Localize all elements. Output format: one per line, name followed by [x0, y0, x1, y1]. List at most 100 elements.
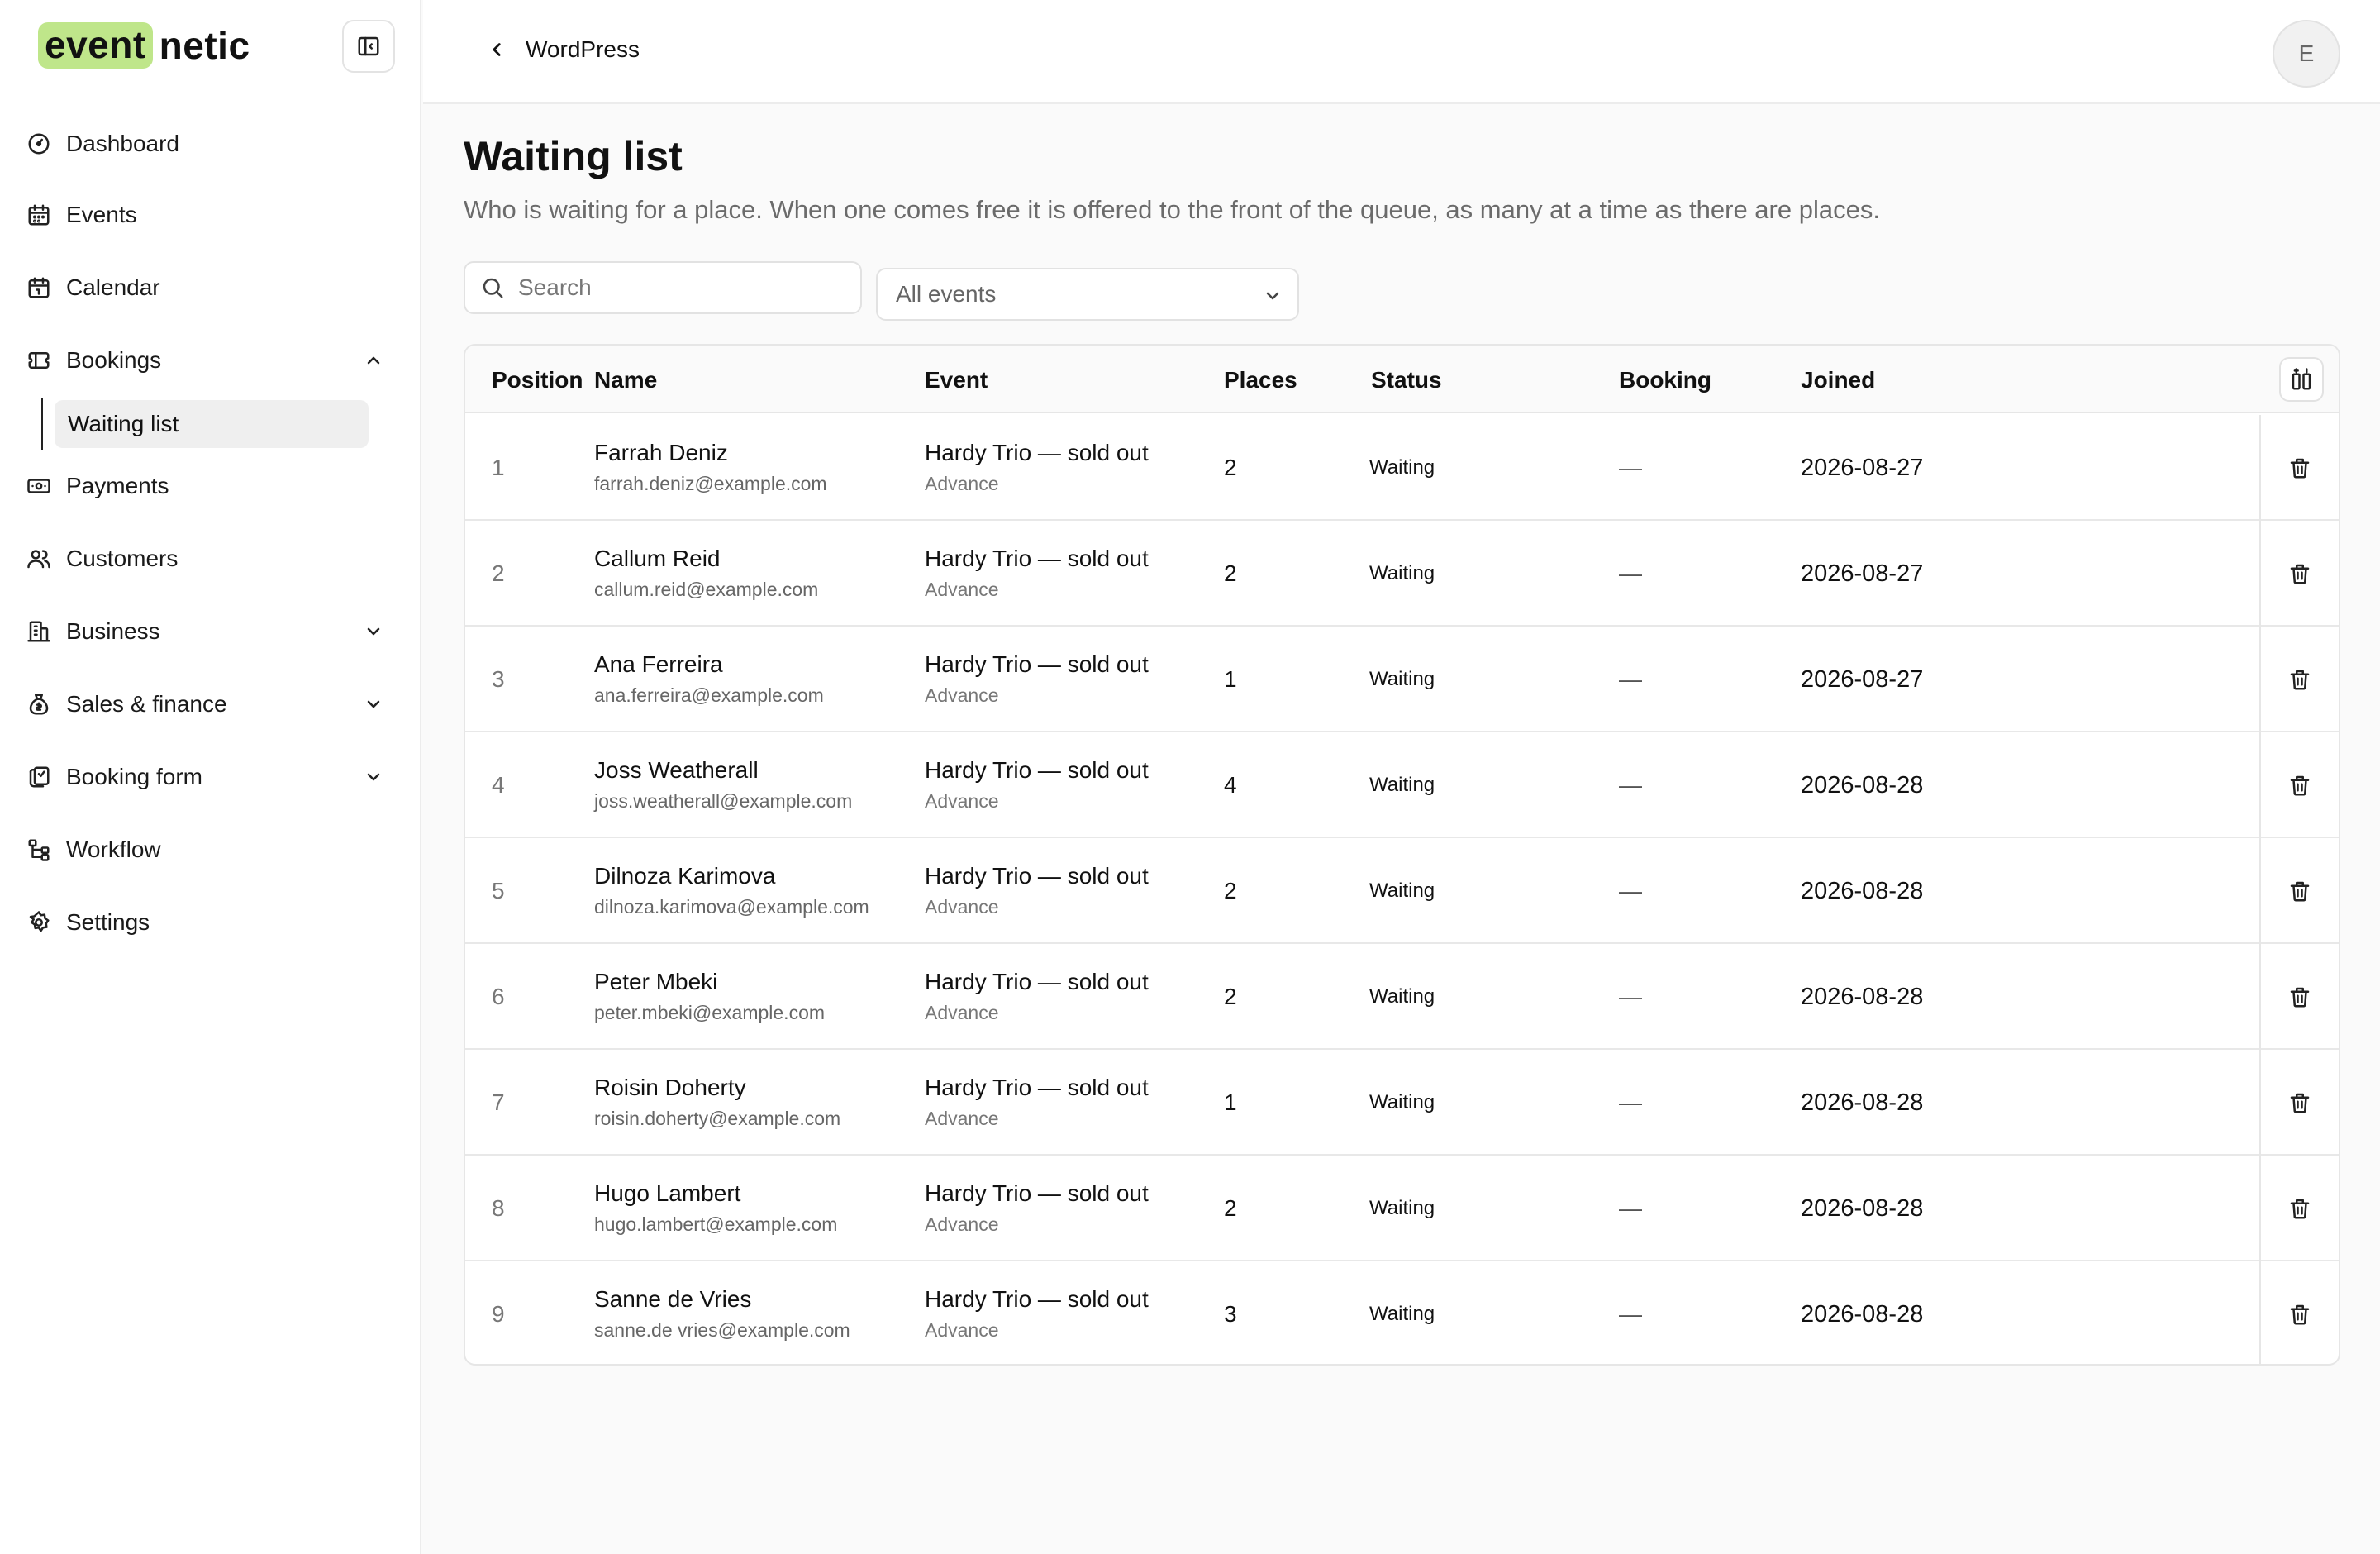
event-name[interactable]: Hardy Trio — sold out [925, 757, 1149, 784]
customer-email: roisin.doherty@example.com [594, 1108, 841, 1129]
customer-name[interactable]: Ana Ferreira [594, 651, 723, 678]
ticket-type: Advance [925, 1108, 999, 1129]
joined-date: 2026-08-28 [1801, 1195, 1924, 1222]
table-row[interactable]: 3 Ana Ferreira ana.ferreira@example.com Har… [465, 627, 2339, 732]
column-header-name[interactable]: Name [594, 367, 657, 393]
customer-name[interactable]: Sanne de Vries [594, 1286, 751, 1313]
sidebar-subitem-waiting-list[interactable]: Waiting list [55, 400, 369, 448]
event-name[interactable]: Hardy Trio — sold out [925, 863, 1149, 889]
chevron-down-icon [1266, 292, 1279, 300]
trash-icon [2287, 1196, 2312, 1221]
event-name[interactable]: Hardy Trio — sold out [925, 1075, 1149, 1101]
customer-name[interactable]: Peter Mbeki [594, 969, 717, 995]
banknote-icon [25, 472, 53, 500]
trash-icon [2287, 879, 2312, 903]
trash-icon [2287, 1302, 2312, 1327]
sidebar-item-business[interactable]: Business [25, 607, 397, 656]
status-badge: Waiting [1369, 668, 1435, 690]
sidebar-item-customers[interactable]: Customers [25, 534, 397, 584]
delete-button[interactable] [2287, 1196, 2312, 1221]
places-count: 1 [1224, 1089, 1237, 1115]
delete-button[interactable] [2287, 1302, 2312, 1327]
table-row[interactable]: 4 Joss Weatherall joss.weatherall@example.… [465, 732, 2339, 838]
user-avatar[interactable]: E [2273, 20, 2340, 88]
table-row[interactable]: 5 Dilnoza Karimova dilnoza.karimova@exampl… [465, 838, 2339, 944]
sidebar-item-workflow[interactable]: Workflow [25, 825, 397, 875]
gear-icon [25, 908, 53, 937]
customer-name[interactable]: Farrah Deniz [594, 440, 728, 466]
table-row[interactable]: 9 Sanne de Vries sanne.de vries@example.co… [465, 1261, 2339, 1364]
column-header-event[interactable]: Event [925, 367, 988, 393]
table-row[interactable]: 6 Peter Mbeki peter.mbeki@example.com Hardy… [465, 944, 2339, 1050]
table-header: Position Name Event Places Status Bookin… [465, 346, 2339, 413]
chevron-down-icon [367, 627, 380, 636]
sidebar-item-events[interactable]: Events [25, 190, 397, 240]
event-name[interactable]: Hardy Trio — sold out [925, 440, 1149, 466]
sidebar-item-dashboard[interactable]: Dashboard [25, 119, 397, 169]
customer-name[interactable]: Joss Weatherall [594, 757, 759, 784]
sidebar-item-payments[interactable]: Payments [25, 461, 397, 511]
table-row[interactable]: 2 Callum Reid callum.reid@example.com Hardy… [465, 521, 2339, 627]
column-settings-button[interactable] [2279, 357, 2324, 402]
columns-icon [2292, 368, 2311, 390]
customer-email: sanne.de vries@example.com [594, 1319, 850, 1341]
joined-date: 2026-08-28 [1801, 772, 1924, 798]
booking-reference: — [1619, 1301, 1642, 1327]
customer-name[interactable]: Roisin Doherty [594, 1075, 746, 1101]
column-header-places[interactable]: Places [1224, 367, 1297, 393]
customer-name[interactable]: Callum Reid [594, 546, 721, 572]
table-row[interactable]: 7 Roisin Doherty roisin.doherty@example.co… [465, 1050, 2339, 1156]
delete-button[interactable] [2287, 667, 2312, 692]
search-icon [483, 278, 503, 298]
logo-highlight: event [38, 22, 153, 69]
sidebar-collapse-button[interactable] [342, 20, 395, 73]
sidebar-item-label: Dashboard [66, 131, 179, 156]
row-position: 8 [492, 1195, 505, 1221]
delete-button[interactable] [2287, 455, 2312, 480]
column-header-joined[interactable]: Joined [1801, 367, 1875, 393]
customer-email: peter.mbeki@example.com [594, 1002, 826, 1023]
workflow-icon [25, 836, 53, 864]
search-input[interactable] [518, 274, 832, 301]
app-logo[interactable]: event netic [38, 22, 250, 69]
ticket-type: Advance [925, 684, 999, 706]
joined-date: 2026-08-28 [1801, 1089, 1924, 1116]
event-name[interactable]: Hardy Trio — sold out [925, 969, 1149, 995]
page-description: Who is waiting for a place. When one com… [464, 195, 1880, 224]
event-name[interactable]: Hardy Trio — sold out [925, 1286, 1149, 1313]
event-name[interactable]: Hardy Trio — sold out [925, 546, 1149, 572]
column-header-position[interactable]: Position [492, 367, 583, 393]
building-icon [25, 617, 53, 646]
table-row[interactable]: 8 Hugo Lambert hugo.lambert@example.com Har… [465, 1156, 2339, 1261]
customer-name[interactable]: Hugo Lambert [594, 1180, 740, 1207]
booking-reference: — [1619, 1195, 1642, 1221]
back-to-wordpress-link[interactable]: WordPress [486, 36, 640, 63]
delete-button[interactable] [2287, 879, 2312, 903]
event-name[interactable]: Hardy Trio — sold out [925, 651, 1149, 678]
sidebar-item-label: Workflow [66, 837, 161, 862]
sidebar-item-booking-form[interactable]: Booking form [25, 752, 397, 802]
row-actions [2259, 1156, 2339, 1261]
event-name[interactable]: Hardy Trio — sold out [925, 1180, 1149, 1207]
places-count: 3 [1224, 1301, 1237, 1327]
column-header-status[interactable]: Status [1371, 367, 1442, 393]
trash-icon [2287, 1090, 2312, 1115]
search-box[interactable] [464, 261, 862, 314]
trash-icon [2287, 455, 2312, 480]
delete-button[interactable] [2287, 561, 2312, 586]
customer-name[interactable]: Dilnoza Karimova [594, 863, 775, 889]
sidebar-item-settings[interactable]: Settings [25, 898, 397, 947]
event-filter-select[interactable]: All events [876, 268, 1299, 321]
table-row[interactable]: 1 Farrah Deniz farrah.deniz@example.com Har… [465, 415, 2339, 521]
sidebar-item-label: Settings [66, 909, 150, 935]
waiting-list-table: Position Name Event Places Status Bookin… [464, 344, 2340, 1366]
column-header-booking[interactable]: Booking [1619, 367, 1711, 393]
delete-button[interactable] [2287, 984, 2312, 1009]
sidebar-item-calendar[interactable]: Calendar [25, 263, 397, 312]
sidebar-item-bookings[interactable]: Bookings [25, 336, 397, 385]
delete-button[interactable] [2287, 773, 2312, 798]
status-badge: Waiting [1369, 562, 1435, 584]
chevron-down-icon [367, 773, 380, 781]
sidebar-item-sales-finance[interactable]: Sales & finance [25, 679, 397, 729]
delete-button[interactable] [2287, 1090, 2312, 1115]
